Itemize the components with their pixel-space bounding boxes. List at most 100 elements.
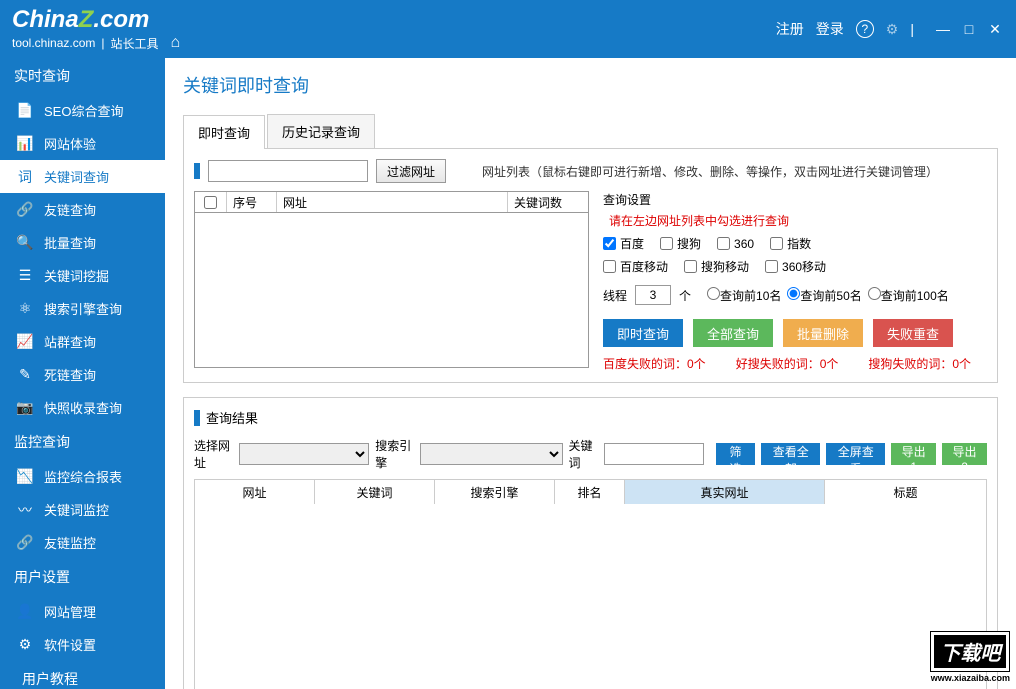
results-box: 查询结果 选择网址 搜索引擎 关键词 筛选 查看全部 全屏查看 导出1 导出2 … [183,397,998,689]
chk-360-mobile[interactable]: 360移动 [765,258,826,275]
login-link[interactable]: 登录 [816,19,844,39]
main-content: 关键词即时查询 即时查询 历史记录查询 过滤网址 网址列表（鼠标右键即可进行新增… [165,58,1016,689]
tabs: 即时查询 历史记录查询 [183,114,998,149]
header-actions: 注册 登录 ? ⚙ | — □ ✕ [776,19,1004,39]
filter-url-input[interactable] [208,160,368,182]
radio-top100[interactable]: 查询前100名 [868,287,949,304]
group-icon: 📈 [16,333,34,351]
col-seq[interactable]: 序号 [227,192,277,212]
thread-unit: 个 [679,287,691,304]
radio-top50[interactable]: 查询前50名 [787,287,861,304]
word-icon: 词 [16,168,34,186]
all-query-button[interactable]: 全部查询 [693,319,773,347]
sidebar-item-linkmonitor[interactable]: 🔗友链监控 [0,526,165,559]
sidebar-item-kwmonitor[interactable]: 〰关键词监控 [0,493,165,526]
sidebar-item-kwmine[interactable]: ☰关键词挖掘 [0,259,165,292]
url-list-hint: 网址列表（鼠标右键即可进行新增、修改、删除、等操作，双击网址进行关键词管理） [482,163,938,180]
section-marker-icon [194,410,200,426]
sidebar-item-engine[interactable]: ⚛搜索引擎查询 [0,292,165,325]
results-title: 查询结果 [206,408,258,427]
gear-icon: ⚙ [16,636,34,654]
user-icon: 👤 [16,603,34,621]
stat-baidu-fail: 百度失败的词：0个 [603,355,706,372]
sidebar-item-report[interactable]: 📉监控综合报表 [0,460,165,493]
content-box: 过滤网址 网址列表（鼠标右键即可进行新增、修改、删除、等操作，双击网址进行关键词… [183,149,998,383]
sidebar-item-batch[interactable]: 🔍批量查询 [0,226,165,259]
thread-spinner[interactable] [635,285,671,305]
sidebar-section-realtime: 实时查询 [0,58,165,94]
rcol-url[interactable]: 网址 [195,480,315,504]
export1-button[interactable]: 导出1 [891,443,936,465]
minimize-button[interactable]: — [934,20,952,38]
sidebar-item-snapshot[interactable]: 📷快照收录查询 [0,391,165,424]
sidebar-item-deadlink[interactable]: ✎死链查询 [0,358,165,391]
instant-query-button[interactable]: 即时查询 [603,319,683,347]
sidebar-item-seo[interactable]: 📄SEO综合查询 [0,94,165,127]
register-link[interactable]: 注册 [776,19,804,39]
link2-icon: 🔗 [16,534,34,552]
select-all-checkbox[interactable] [204,196,217,209]
sidebar-item-site[interactable]: 👤网站管理 [0,595,165,628]
chk-baidu-mobile[interactable]: 百度移动 [603,258,668,275]
filter-button[interactable]: 筛选 [716,443,755,465]
dead-icon: ✎ [16,366,34,384]
result-table: 网址 关键词 搜索引擎 排名 真实网址 标题 [194,479,987,689]
maximize-button[interactable]: □ [960,20,978,38]
camera-icon: 📷 [16,399,34,417]
chk-sogou[interactable]: 搜狗 [660,235,701,252]
tab-instant[interactable]: 即时查询 [183,115,265,149]
sidebar-item-group[interactable]: 📈站群查询 [0,325,165,358]
sidebar-section-monitor: 监控查询 [0,424,165,460]
batch-icon: 🔍 [16,234,34,252]
chk-index[interactable]: 指数 [770,235,811,252]
thread-label: 线程 [603,287,627,304]
fullscreen-button[interactable]: 全屏查看 [826,443,885,465]
export2-button[interactable]: 导出2 [942,443,987,465]
logo-subtitle: tool.chinaz.com | 站长工具 ⌂ [12,34,180,52]
chk-360[interactable]: 360 [717,237,754,251]
select-engine[interactable] [420,443,562,465]
chk-sogou-mobile[interactable]: 搜狗移动 [684,258,749,275]
header: ChinaZ.com tool.chinaz.com | 站长工具 ⌂ 注册 登… [0,0,1016,58]
col-url[interactable]: 网址 [277,192,508,212]
sidebar-item-friendlink[interactable]: 🔗友链查询 [0,193,165,226]
settings-icon[interactable]: ⚙ [886,21,899,38]
sidebar-item-experience[interactable]: 📊网站体验 [0,127,165,160]
rcol-kw[interactable]: 关键词 [315,480,435,504]
sidebar-item-soft[interactable]: ⚙软件设置 [0,628,165,661]
stat-haosou-fail: 好搜失败的词：0个 [736,355,839,372]
engine-icon: ⚛ [16,300,34,318]
select-url[interactable] [239,443,369,465]
link-icon: 🔗 [16,201,34,219]
url-table-header: 序号 网址 关键词数 [194,191,589,213]
sidebar-tutorial[interactable]: 用户教程 [0,661,165,689]
result-table-header: 网址 关键词 搜索引擎 排名 真实网址 标题 [195,480,986,504]
select-url-label: 选择网址 [194,437,233,471]
sidebar-section-user: 用户设置 [0,559,165,595]
keyword-input[interactable] [604,443,704,465]
logo[interactable]: ChinaZ.com tool.chinaz.com | 站长工具 ⌂ [12,6,180,52]
rcol-title[interactable]: 标题 [825,480,986,504]
batch-delete-button[interactable]: 批量删除 [783,319,863,347]
rcol-engine[interactable]: 搜索引擎 [435,480,555,504]
rcol-rank[interactable]: 排名 [555,480,625,504]
fail-retry-button[interactable]: 失败重查 [873,319,953,347]
col-kw[interactable]: 关键词数 [508,192,588,212]
close-button[interactable]: ✕ [986,20,1004,38]
page-title: 关键词即时查询 [183,72,998,98]
doc-icon: 📄 [16,102,34,120]
result-table-body[interactable] [195,504,986,689]
tab-history[interactable]: 历史记录查询 [267,114,375,148]
keyword-label: 关键词 [569,437,598,471]
chk-baidu[interactable]: 百度 [603,235,644,252]
url-table-body[interactable] [194,213,589,368]
home-icon[interactable]: ⌂ [171,34,181,52]
filter-url-button[interactable]: 过滤网址 [376,159,446,183]
help-icon[interactable]: ? [856,20,874,38]
chart-icon: 📊 [16,135,34,153]
view-all-button[interactable]: 查看全部 [761,443,820,465]
rcol-real[interactable]: 真实网址 [625,480,825,504]
sidebar-item-keyword[interactable]: 词关键词查询 [0,160,165,193]
radio-top10[interactable]: 查询前10名 [707,287,781,304]
mine-icon: ☰ [16,267,34,285]
